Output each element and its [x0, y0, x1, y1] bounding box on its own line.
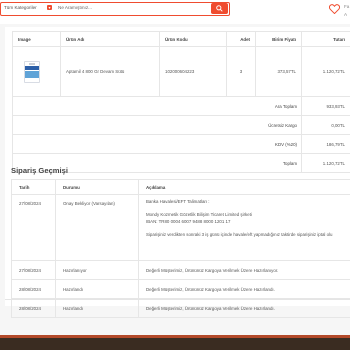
- history-description: Değerli Müşterimiz, Ürününüz Kargoya Ver…: [138, 298, 350, 318]
- user-menu-line1[interactable]: Fa: [344, 4, 349, 9]
- category-select[interactable]: Tüm Kategoriler: [4, 5, 37, 10]
- summary-row: KDV (%20) 186,79TL: [12, 134, 350, 154]
- heart-icon[interactable]: [329, 4, 340, 14]
- shipping-value: 0,00TL: [301, 115, 350, 135]
- history-row: 28/08/2024 Hazırlandı Değerli Müşterimiz…: [11, 298, 350, 318]
- history-date: 27/08/2024: [11, 260, 56, 280]
- user-menu-line2[interactable]: A: [344, 12, 347, 17]
- product-code: 102000604223: [159, 46, 227, 97]
- summary-row: Ücretsiz Kargo 0,00TL: [12, 115, 350, 135]
- col-product-code: Ürün Kodu: [159, 31, 227, 47]
- table-row: Aptamil 4 800 Gr Devam Sütü 102000604223…: [12, 46, 350, 97]
- search-button[interactable]: [211, 3, 228, 14]
- footer-accent-stripe: [0, 335, 350, 338]
- product-unit-price: 373,57TL: [255, 46, 302, 97]
- history-date: 28/08/2024: [11, 279, 56, 299]
- history-date: 28/08/2024: [11, 298, 56, 318]
- payment-note: Siparişiniz verdikten sonraki 3 iş günü …: [146, 232, 333, 237]
- history-description: Değerli Müşterimiz, Ürününüz Kargoya Ver…: [138, 279, 350, 299]
- product-total: 1.120,72TL: [301, 46, 350, 97]
- history-row: 27/08/2024 Onay Bekliyor (Varsayılan) Ba…: [11, 194, 350, 261]
- product-image[interactable]: [24, 60, 40, 83]
- history-description: Değerli Müşterimiz, Ürününüz Kargoya Ver…: [138, 260, 350, 280]
- history-description: Banka Havalesi/EFT Talimatları : Mondy K…: [138, 194, 350, 261]
- section-divider: [5, 299, 350, 300]
- product-qty: 3: [226, 46, 256, 97]
- subtotal-label: Ara Toplam: [12, 96, 302, 116]
- history-row: 28/08/2024 Hazırlandı Değerli Müşterimiz…: [11, 279, 350, 299]
- col-total: Tutarı: [301, 31, 350, 47]
- order-items-table: Image Ürün Adı Ürün Kodu Adet Birim Fiya…: [12, 31, 350, 173]
- subtotal-value: 933,93TL: [301, 96, 350, 116]
- shipping-label: Ücretsiz Kargo: [12, 115, 302, 135]
- col-product-name: Ürün Adı: [60, 31, 160, 47]
- history-date: 27/08/2024: [11, 194, 56, 261]
- col-image: Image: [12, 31, 61, 47]
- history-status: Hazırlandı: [55, 298, 139, 318]
- chevron-down-icon[interactable]: ▾: [47, 5, 52, 10]
- order-history-title: Sipariş Geçmişi: [11, 166, 68, 175]
- col-description: Açıklama: [138, 179, 350, 195]
- order-history-table: Tarih Durumu Açıklama 27/08/2024 Onay Be…: [11, 179, 350, 318]
- history-status: Hazırlandı: [55, 279, 139, 299]
- product-image-cell: [12, 46, 61, 97]
- history-status: Hazırlanıyor: [55, 260, 139, 280]
- tax-value: 186,79TL: [301, 134, 350, 154]
- col-status: Durumu: [55, 179, 139, 195]
- history-row: 27/08/2024 Hazırlanıyor Değerli Müşterim…: [11, 260, 350, 280]
- grand-total-value: 1.120,72TL: [301, 153, 350, 173]
- col-unit-price: Birim Fiyatı: [255, 31, 302, 47]
- history-status: Onay Bekliyor (Varsayılan): [55, 194, 139, 261]
- search-icon: [216, 5, 223, 12]
- summary-row: Ara Toplam 933,93TL: [12, 96, 350, 116]
- col-quantity: Adet: [226, 31, 256, 47]
- search-input[interactable]: Ne Aramıştınız...: [58, 5, 92, 10]
- product-name[interactable]: Aptamil 4 800 Gr Devam Sütü: [60, 46, 160, 97]
- col-date: Tarih: [11, 179, 56, 195]
- company-name: Mondy Kozmetik Gözetlik Bilişim Ticaret …: [146, 212, 252, 217]
- tax-label: KDV (%20): [12, 134, 302, 154]
